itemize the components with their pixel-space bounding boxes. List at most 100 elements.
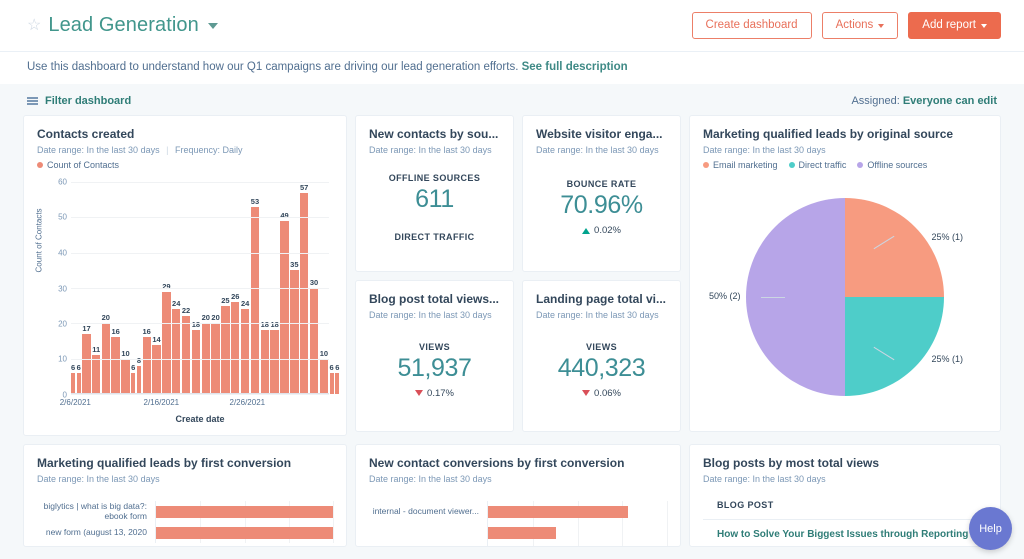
bar[interactable] xyxy=(191,330,201,394)
bar-value-label: 49 xyxy=(280,210,289,220)
table-row[interactable]: How to Solve Your Biggest Issues through… xyxy=(703,519,987,546)
chart-legend: Count of Contacts xyxy=(37,160,333,170)
bar[interactable] xyxy=(231,302,240,394)
bar[interactable] xyxy=(329,372,334,394)
bar[interactable] xyxy=(121,358,130,394)
legend-item[interactable]: Direct traffic xyxy=(788,160,846,170)
bar[interactable] xyxy=(111,337,120,394)
star-outline-icon[interactable]: ☆ xyxy=(27,17,41,34)
help-label: Help xyxy=(979,522,1002,535)
card-title: Marketing qualified leads by first conve… xyxy=(37,456,292,470)
card-new-contacts-by-source[interactable]: New contacts by sou... Date range: In th… xyxy=(355,115,514,272)
grid-line xyxy=(667,501,668,522)
hbar[interactable] xyxy=(156,526,333,539)
bar[interactable] xyxy=(319,358,329,394)
legend-color-dot xyxy=(857,162,864,168)
bar[interactable] xyxy=(76,372,81,394)
bar[interactable] xyxy=(131,372,136,394)
bar[interactable] xyxy=(250,206,260,394)
dashboard-title-group[interactable]: ☆ Lead Generation xyxy=(27,14,218,37)
sliders-icon xyxy=(27,97,38,105)
filter-dashboard-button[interactable]: Filter dashboard xyxy=(27,95,131,107)
hbar[interactable] xyxy=(156,505,333,518)
pie-label-email-marketing: 25% (1) xyxy=(931,232,963,242)
card-title: Marketing qualified leads by original so… xyxy=(703,127,954,141)
add-report-label: Add report xyxy=(922,18,976,31)
card-title: Blog post total views... xyxy=(369,292,500,306)
divider: | xyxy=(166,145,169,155)
card-blog-post-views[interactable]: Blog post total views... Date range: In … xyxy=(355,280,514,432)
bar[interactable] xyxy=(181,316,191,394)
bar[interactable] xyxy=(162,291,171,394)
legend-item[interactable]: Offline sources xyxy=(857,160,927,170)
bar-slot[interactable]: 6 xyxy=(335,182,340,394)
bar[interactable] xyxy=(309,288,319,394)
bar[interactable] xyxy=(300,192,309,394)
table-body: How to Solve Your Biggest Issues through… xyxy=(703,519,987,546)
card-contacts-created[interactable]: Contacts created Date range: In the last… xyxy=(23,115,347,436)
grid-line xyxy=(622,522,624,543)
bar[interactable] xyxy=(142,337,151,394)
bar[interactable] xyxy=(136,365,141,394)
horizontal-bar-chart: biglytics | what is big data?: ebook for… xyxy=(37,501,334,543)
bar[interactable] xyxy=(270,330,279,394)
hbar-row[interactable]: new form (august 13, 2020 xyxy=(37,522,334,543)
bar[interactable] xyxy=(221,305,230,394)
date-range-label: Date range: In the last 30 days xyxy=(37,474,160,484)
create-dashboard-label: Create dashboard xyxy=(705,18,798,31)
card-subtitle: Date range: In the last 30 days | Freque… xyxy=(37,145,333,155)
actions-button[interactable]: Actions xyxy=(821,11,899,40)
bar[interactable] xyxy=(82,333,91,394)
header-actions: Create dashboard Actions Add report xyxy=(691,11,1001,40)
grid-line xyxy=(333,501,334,522)
hbar-row[interactable]: biglytics | what is big data?: ebook for… xyxy=(37,501,334,522)
grid-line: 50 xyxy=(58,213,329,222)
legend-item[interactable]: Count of Contacts xyxy=(37,160,119,170)
card-website-visitor-engagement[interactable]: Website visitor enga... Date range: In t… xyxy=(522,115,681,272)
bar-value-label: 29 xyxy=(162,281,171,291)
hbar-row[interactable]: internal - document viewer... xyxy=(369,501,668,522)
column-kpi-right: Website visitor enga... Date range: In t… xyxy=(522,115,681,436)
kpi-delta-value: 0.06% xyxy=(594,387,621,399)
create-dashboard-button[interactable]: Create dashboard xyxy=(691,11,812,40)
hbar[interactable] xyxy=(488,505,628,518)
bar-value-label: 18 xyxy=(191,320,201,330)
grid-line: 40 xyxy=(58,248,329,257)
x-axis-tick-label: 2/16/2021 xyxy=(143,398,180,407)
kpi-value: 440,323 xyxy=(557,353,646,382)
blog-post-link[interactable]: How to Solve Your Biggest Issues through… xyxy=(717,529,980,540)
hbar[interactable] xyxy=(488,526,557,539)
bar[interactable] xyxy=(260,330,269,394)
y-axis-tick-label: 10 xyxy=(58,354,67,364)
bar[interactable] xyxy=(240,309,250,394)
card-blog-posts-by-views[interactable]: Blog posts by most total views Date rang… xyxy=(689,444,1001,547)
pie-label-direct-traffic: 25% (1) xyxy=(931,354,963,364)
hbar-row[interactable] xyxy=(369,522,668,543)
bar[interactable] xyxy=(92,355,101,394)
date-range-label: Date range: In the last 30 days xyxy=(369,145,492,155)
bar-value-label: 18 xyxy=(260,320,269,330)
bar-value-label: 6 xyxy=(71,362,76,372)
hbar-category-label: internal - document viewer... xyxy=(372,506,479,516)
card-mql-by-original-source[interactable]: Marketing qualified leads by original so… xyxy=(689,115,1001,432)
legend-item[interactable]: Email marketing xyxy=(703,160,778,170)
assigned-value-link[interactable]: Everyone can edit xyxy=(903,95,997,107)
bar[interactable] xyxy=(152,344,161,394)
card-landing-page-views[interactable]: Landing page total vi... Date range: In … xyxy=(522,280,681,432)
kpi-delta-value: 0.02% xyxy=(594,225,621,236)
help-button[interactable]: Help xyxy=(969,507,1012,550)
assigned-info: Assigned: Everyone can edit xyxy=(851,95,997,107)
bar[interactable] xyxy=(280,220,289,394)
kpi-body: OFFLINE SOURCES 611 DIRECT TRAFFIC xyxy=(369,155,500,260)
column-contacts: Contacts created Date range: In the last… xyxy=(23,115,347,436)
bar[interactable] xyxy=(71,372,76,394)
bar[interactable] xyxy=(172,309,181,394)
bar-slot[interactable]: 6 xyxy=(329,182,334,394)
add-report-button[interactable]: Add report xyxy=(908,11,1001,40)
card-mql-by-first-conversion[interactable]: Marketing qualified leads by first conve… xyxy=(23,444,347,547)
chevron-down-icon[interactable] xyxy=(207,22,218,29)
bar[interactable] xyxy=(335,372,340,394)
card-new-contact-conversions[interactable]: New contact conversions by first convers… xyxy=(355,444,681,547)
hbar-row[interactable]: comparison guide - frame... xyxy=(369,543,668,546)
see-full-description-link[interactable]: See full description xyxy=(522,61,628,73)
